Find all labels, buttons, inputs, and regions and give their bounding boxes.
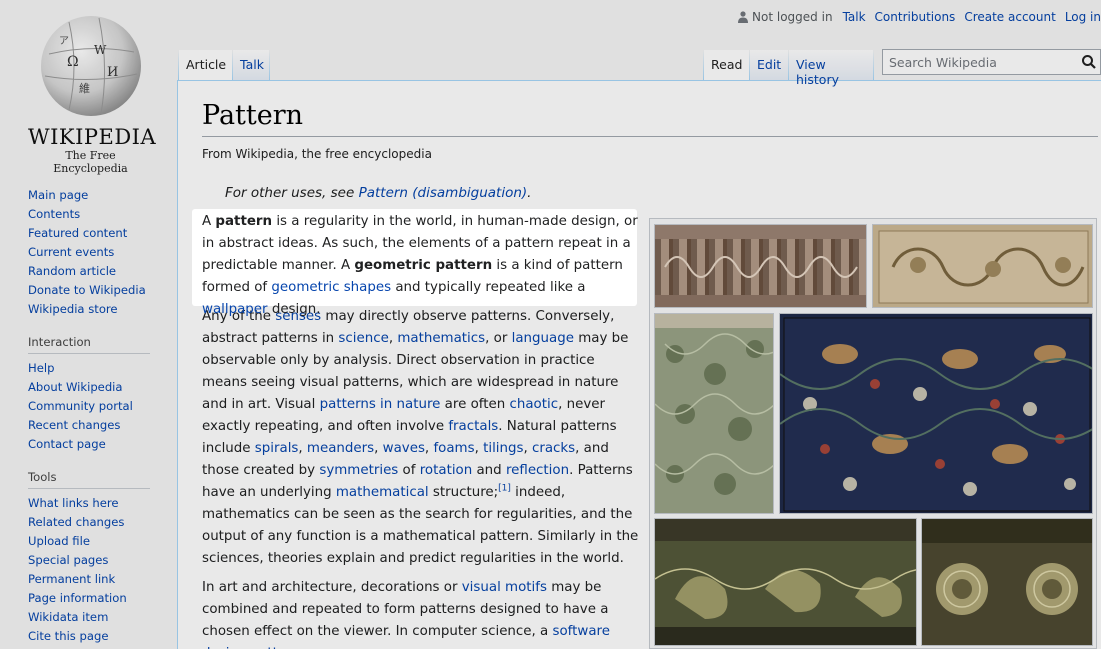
sidebar-item-donate[interactable]: Donate to Wikipedia [28,281,156,300]
sidebar-item-current-events[interactable]: Current events [28,243,156,262]
sidebar-item-permanent-link[interactable]: Permanent link [28,570,156,589]
gallery-image-scroll-panel[interactable] [872,224,1093,308]
sidebar-item-upload-file[interactable]: Upload file [28,532,156,551]
contributions-link[interactable]: Contributions [875,10,956,24]
link-mathematical[interactable]: mathematical [336,485,429,500]
disambiguation-link[interactable]: Pattern (disambiguation) [359,185,528,201]
puzzle-globe-icon: Ω W И 維 ア [40,16,141,116]
sidebar: Main page Contents Featured content Curr… [28,186,156,646]
link-spirals[interactable]: spirals [255,441,299,456]
link-fractals[interactable]: fractals [448,419,498,434]
sidebar-item-cite-this-page[interactable]: Cite this page [28,627,156,646]
reference-1[interactable]: [1] [498,484,511,494]
sidebar-item-community-portal[interactable]: Community portal [28,397,156,416]
gallery-image-stone-relief[interactable] [654,518,917,646]
svg-text:И: И [107,65,118,80]
sidebar-heading-tools: Tools [28,470,150,489]
sidebar-tools-nav: What links here Related changes Upload f… [28,494,156,646]
link-visual-motifs[interactable]: visual motifs [462,580,547,595]
sidebar-item-recent-changes[interactable]: Recent changes [28,416,156,435]
link-foams[interactable]: foams [433,441,474,456]
hatnote-text: For other uses, see [225,185,359,201]
link-tilings[interactable]: tilings [483,441,523,456]
link-reflection[interactable]: reflection [506,463,569,478]
paragraph-art-architecture: In art and architecture, decorations or … [202,577,642,649]
svg-text:Ω: Ω [67,54,79,70]
svg-text:W: W [94,43,107,57]
link-patterns-in-nature[interactable]: patterns in nature [320,397,441,412]
sidebar-interaction-nav: Help About Wikipedia Community portal Re… [28,359,156,454]
bold-geometric-pattern: geometric pattern [354,258,493,273]
sidebar-item-contents[interactable]: Contents [28,205,156,224]
link-wallpaper[interactable]: wallpaper [202,302,268,317]
log-in-link[interactable]: Log in [1065,10,1101,24]
hatnote-period: . [527,185,532,201]
link-language[interactable]: language [512,331,574,346]
gallery-image-rosette-frieze[interactable] [921,518,1093,646]
sidebar-item-store[interactable]: Wikipedia store [28,300,156,319]
link-cracks[interactable]: cracks [532,441,575,456]
sidebar-item-wikidata-item[interactable]: Wikidata item [28,608,156,627]
paragraph-lead: A pattern is a regularity in the world, … [202,214,638,317]
sidebar-item-main-page[interactable]: Main page [28,186,156,205]
personal-tools: Not logged in Talk Contributions Create … [738,10,1101,24]
wordmark: WIKIPEDIA [28,125,157,149]
search-input[interactable]: Search Wikipedia [882,49,1101,75]
hatnote: For other uses, see Pattern (disambiguat… [225,185,531,201]
create-account-link[interactable]: Create account [964,10,1056,24]
page-title: Pattern [202,100,304,131]
sidebar-item-about[interactable]: About Wikipedia [28,378,156,397]
search-placeholder: Search Wikipedia [889,55,997,70]
sidebar-item-random-article[interactable]: Random article [28,262,156,281]
wikipedia-logo[interactable]: Ω W И 維 ア WIKIPEDIA The Free Encyclopedi… [28,14,157,175]
bold-pattern: pattern [215,214,273,229]
tagline: The Free Encyclopedia [53,149,128,175]
link-chaotic[interactable]: chaotic [509,397,558,412]
tab-read[interactable]: Read [704,50,749,80]
sidebar-item-page-information[interactable]: Page information [28,589,156,608]
sidebar-item-featured-content[interactable]: Featured content [28,224,156,243]
search-icon[interactable] [1081,54,1097,70]
site-subtitle: From Wikipedia, the free encyclopedia [202,147,432,161]
gallery-image-strawberry-thief[interactable] [779,313,1093,514]
svg-text:維: 維 [79,82,90,95]
gallery-image-green-wallpaper[interactable] [654,313,774,514]
gallery-image-carved-frieze[interactable] [654,224,867,308]
tab-view-history[interactable]: View history [789,50,873,87]
sidebar-item-related-changes[interactable]: Related changes [28,513,156,532]
link-geometric-shapes[interactable]: geometric shapes [271,280,391,295]
user-icon [738,11,749,23]
sidebar-main-nav: Main page Contents Featured content Curr… [28,186,156,319]
link-mathematics[interactable]: mathematics [397,331,485,346]
personal-talk-link[interactable]: Talk [843,10,866,24]
tab-article[interactable]: Article [179,50,232,80]
title-divider [202,136,1098,137]
svg-text:ア: ア [59,36,69,47]
link-symmetries[interactable]: symmetries [319,463,398,478]
paragraph-senses: Any of the senses may directly observe p… [202,309,639,566]
sidebar-item-what-links-here[interactable]: What links here [28,494,156,513]
sidebar-heading-interaction: Interaction [28,335,150,354]
sidebar-item-help[interactable]: Help [28,359,156,378]
link-rotation[interactable]: rotation [420,463,473,478]
pattern-image-gallery [649,218,1097,649]
sidebar-item-contact-page[interactable]: Contact page [28,435,156,454]
tab-edit[interactable]: Edit [750,50,788,80]
link-science[interactable]: science [338,331,388,346]
sidebar-item-special-pages[interactable]: Special pages [28,551,156,570]
link-waves[interactable]: waves [383,441,425,456]
link-meanders[interactable]: meanders [307,441,374,456]
not-logged-in-status: Not logged in [752,10,833,24]
tab-talk[interactable]: Talk [233,50,269,80]
